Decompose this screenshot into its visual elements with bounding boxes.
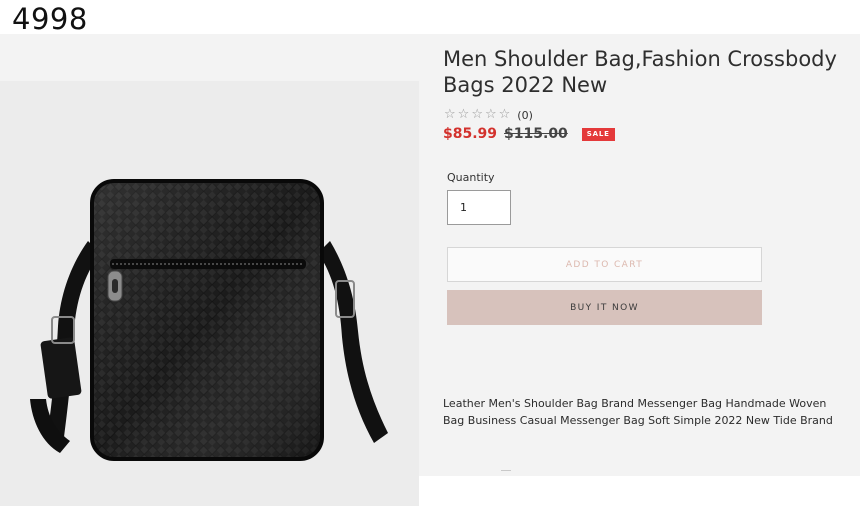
quantity-label: Quantity [447, 171, 495, 184]
product-info: Men Shoulder Bag,Fashion Crossbody Bags … [443, 34, 853, 476]
rating[interactable]: ☆ ☆ ☆ ☆ ☆ (0) [444, 107, 533, 123]
product-description: Leather Men's Shoulder Bag Brand Messeng… [443, 397, 833, 427]
sale-badge: SALE [581, 127, 615, 141]
price-row: $85.99 $115.00 SALE [443, 124, 615, 144]
star-empty-icon: ☆ [484, 107, 497, 122]
star-empty-icon: ☆ [498, 107, 511, 122]
regular-price: $115.00 [504, 126, 568, 142]
sale-price: $85.99 [443, 126, 498, 142]
star-empty-icon: ☆ [471, 107, 483, 122]
buy-it-now-button[interactable]: BUY IT NOW [447, 290, 762, 325]
bag-illustration [30, 179, 388, 461]
page-number: 4998 [12, 2, 88, 36]
quantity-input[interactable] [447, 190, 511, 225]
product-image[interactable] [0, 81, 419, 506]
product-title: Men Shoulder Bag,Fashion Crossbody Bags … [443, 47, 837, 97]
product-page: Men Shoulder Bag,Fashion Crossbody Bags … [0, 34, 860, 506]
star-empty-icon: ☆ [457, 107, 470, 122]
top-bar: 4998 [0, 0, 860, 36]
star-empty-icon: ☆ [444, 107, 456, 122]
add-to-cart-button[interactable]: ADD TO CART [447, 247, 762, 282]
review-count[interactable]: (0) [517, 109, 533, 122]
